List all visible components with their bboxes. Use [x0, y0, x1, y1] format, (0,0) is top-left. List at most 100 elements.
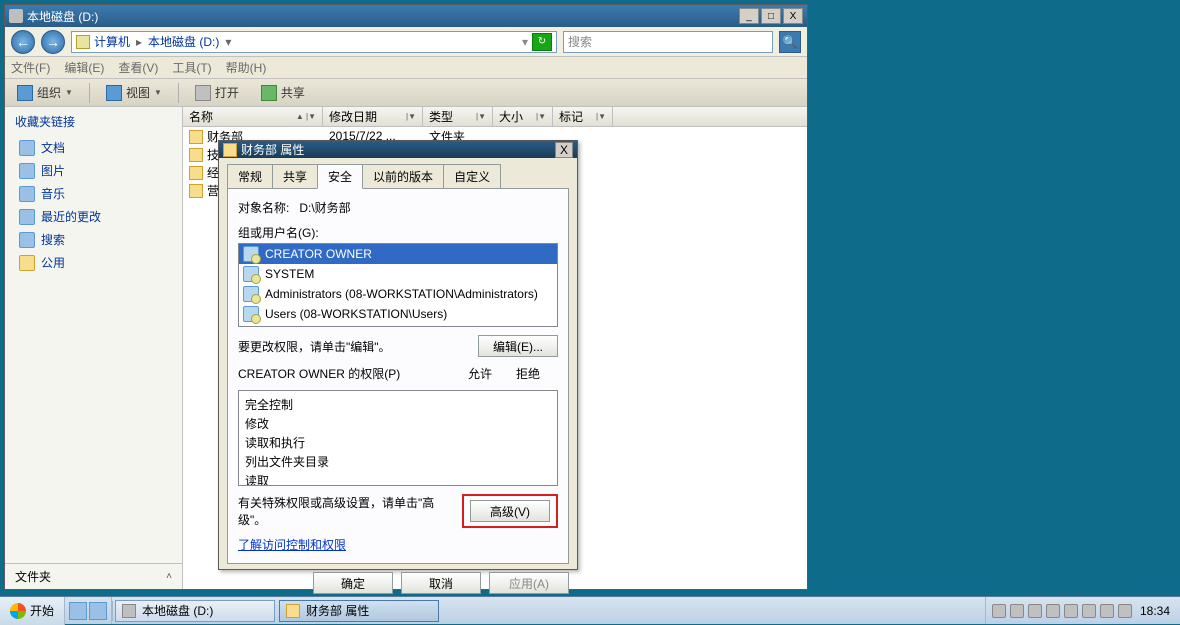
folder-icon: [189, 184, 203, 198]
folder-icon: [189, 130, 203, 144]
sidebar-item-documents[interactable]: 文档: [5, 136, 182, 159]
maximize-button[interactable]: □: [761, 8, 781, 24]
menu-view[interactable]: 查看(V): [118, 59, 158, 76]
group-icon: [243, 286, 259, 302]
views-icon: [106, 85, 122, 101]
user-item-system[interactable]: SYSTEM: [239, 264, 557, 284]
edit-button[interactable]: 编辑(E)...: [478, 335, 558, 357]
sidebar-item-music[interactable]: 音乐: [5, 182, 182, 205]
col-date[interactable]: 修改日期|▼: [323, 107, 423, 126]
permissions-list[interactable]: 完全控制 修改 读取和执行 列出文件夹目录 读取 写入: [238, 390, 558, 486]
col-name[interactable]: 名称▲ |▼: [183, 107, 323, 126]
quick-launch: [65, 597, 112, 624]
clock[interactable]: 18:34: [1136, 604, 1174, 618]
perm-full-control: 完全控制: [245, 395, 551, 414]
apply-button[interactable]: 应用(A): [489, 572, 569, 594]
views-button[interactable]: 视图▼: [100, 82, 168, 103]
open-icon: [195, 85, 211, 101]
sidebar-item-public[interactable]: 公用: [5, 251, 182, 274]
column-headers: 名称▲ |▼ 修改日期|▼ 类型|▼ 大小|▼ 标记|▼: [183, 107, 807, 127]
menu-file[interactable]: 文件(F): [11, 59, 50, 76]
start-button[interactable]: 开始: [0, 597, 65, 625]
search-input[interactable]: 搜索: [563, 31, 773, 53]
search-icon: [19, 232, 35, 248]
group-icon: [243, 266, 259, 282]
nav-bar: ← → 计算机 ▸ 本地磁盘 (D:) ▾ ▾ ↻ 搜索 🔍: [5, 27, 807, 57]
permissions-label: CREATOR OWNER 的权限(P): [238, 365, 400, 382]
tab-security[interactable]: 安全: [317, 164, 363, 189]
sidebar-item-pictures[interactable]: 图片: [5, 159, 182, 182]
dialog-tabs: 常规 共享 安全 以前的版本 自定义: [219, 158, 577, 188]
tray-icon[interactable]: [1010, 604, 1024, 618]
tray-icon[interactable]: [1118, 604, 1132, 618]
tab-previous[interactable]: 以前的版本: [362, 164, 444, 188]
dialog-titlebar[interactable]: 财务部 属性 X: [219, 141, 577, 158]
drive-icon: [9, 9, 23, 23]
windows-logo-icon: [10, 603, 26, 619]
perm-list-folder: 列出文件夹目录: [245, 452, 551, 471]
menu-edit[interactable]: 编辑(E): [64, 59, 104, 76]
pictures-icon: [19, 163, 35, 179]
folder-icon: [76, 35, 90, 49]
col-tags[interactable]: 标记|▼: [553, 107, 613, 126]
tab-custom[interactable]: 自定义: [443, 164, 501, 188]
cancel-button[interactable]: 取消: [401, 572, 481, 594]
user-list[interactable]: CREATOR OWNER SYSTEM Administrators (08-…: [238, 243, 558, 327]
open-button[interactable]: 打开: [189, 82, 245, 103]
perm-modify: 修改: [245, 414, 551, 433]
tray-icon[interactable]: [1100, 604, 1114, 618]
organize-button[interactable]: 组织▼: [11, 82, 79, 103]
breadcrumb-separator: ▸: [134, 35, 144, 49]
tray-icon[interactable]: [1028, 604, 1042, 618]
address-dropdown[interactable]: ▾: [522, 35, 528, 49]
close-button[interactable]: X: [783, 8, 803, 24]
user-item-users[interactable]: Users (08-WORKSTATION\Users): [239, 304, 557, 324]
refresh-button[interactable]: ↻: [532, 33, 552, 51]
music-icon: [19, 186, 35, 202]
breadcrumb-computer[interactable]: 计算机: [94, 33, 130, 50]
tab-sharing[interactable]: 共享: [272, 164, 318, 188]
show-desktop-icon[interactable]: [69, 602, 87, 620]
tab-general[interactable]: 常规: [227, 164, 273, 188]
col-type[interactable]: 类型|▼: [423, 107, 493, 126]
taskbar: 开始 本地磁盘 (D:) 财务部 属性 18:34: [0, 596, 1180, 624]
edit-hint: 要更改权限，请单击"编辑"。: [238, 338, 391, 355]
tray-icon[interactable]: [1046, 604, 1060, 618]
address-bar[interactable]: 计算机 ▸ 本地磁盘 (D:) ▾ ▾ ↻: [71, 31, 557, 53]
tray-icon[interactable]: [992, 604, 1006, 618]
dialog-close-button[interactable]: X: [555, 142, 573, 158]
breadcrumb-drive[interactable]: 本地磁盘 (D:): [148, 33, 219, 50]
share-icon: [261, 85, 277, 101]
learn-link[interactable]: 了解访问控制和权限: [238, 538, 346, 552]
user-item-creator-owner[interactable]: CREATOR OWNER: [239, 244, 557, 264]
minimize-button[interactable]: _: [739, 8, 759, 24]
back-button[interactable]: ←: [11, 30, 35, 54]
quick-launch-icon[interactable]: [89, 602, 107, 620]
share-button[interactable]: 共享: [255, 82, 311, 103]
menu-help[interactable]: 帮助(H): [226, 59, 267, 76]
drive-icon: [122, 604, 136, 618]
tray-icon[interactable]: [1064, 604, 1078, 618]
sidebar-footer[interactable]: 文件夹˄: [5, 563, 182, 589]
breadcrumb-dropdown[interactable]: ▾: [223, 35, 233, 49]
group-icon: [243, 306, 259, 322]
tray-icon[interactable]: [1082, 604, 1096, 618]
menu-tools[interactable]: 工具(T): [172, 59, 211, 76]
perm-read-execute: 读取和执行: [245, 433, 551, 452]
forward-button[interactable]: →: [41, 30, 65, 54]
ok-button[interactable]: 确定: [313, 572, 393, 594]
dialog-title: 财务部 属性: [241, 141, 304, 158]
advanced-hint: 有关特殊权限或高级设置，请单击"高级"。: [238, 494, 454, 528]
taskbar-item-properties[interactable]: 财务部 属性: [279, 600, 439, 622]
folder-icon: [286, 604, 300, 618]
search-button[interactable]: 🔍: [779, 31, 801, 53]
folder-icon: [189, 166, 203, 180]
advanced-button[interactable]: 高级(V): [470, 500, 550, 522]
taskbar-item-explorer[interactable]: 本地磁盘 (D:): [115, 600, 275, 622]
sidebar-item-recent[interactable]: 最近的更改: [5, 205, 182, 228]
explorer-titlebar[interactable]: 本地磁盘 (D:) _ □ X: [5, 5, 807, 27]
user-item-administrators[interactable]: Administrators (08-WORKSTATION\Administr…: [239, 284, 557, 304]
system-tray: 18:34: [985, 597, 1180, 624]
sidebar-item-search[interactable]: 搜索: [5, 228, 182, 251]
col-size[interactable]: 大小|▼: [493, 107, 553, 126]
